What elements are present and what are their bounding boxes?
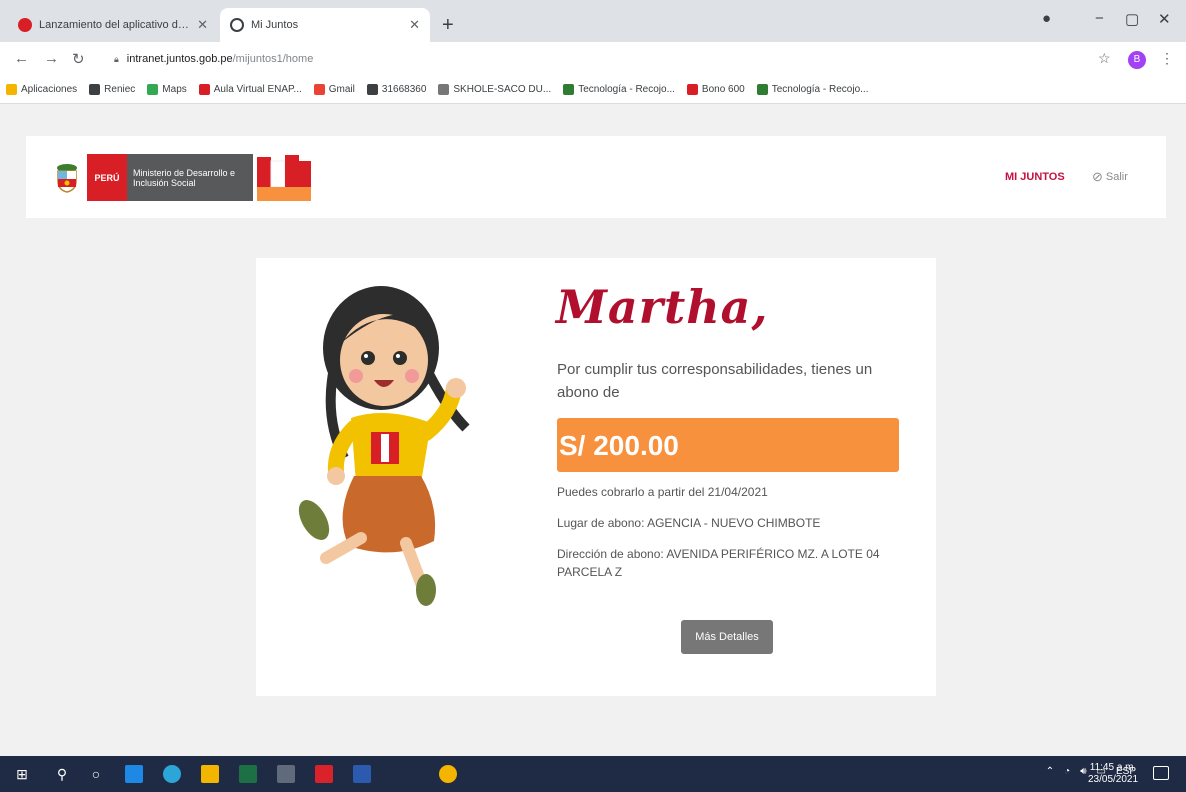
clock-time: 11:45 a.m. [1089, 762, 1137, 773]
more-details-button[interactable]: Más Detalles [681, 620, 773, 654]
peru-logo-label: PERÚ [94, 172, 120, 183]
bookmark-item[interactable]: 31668360 [366, 84, 427, 95]
bookmark-label: Reniec [104, 84, 136, 95]
bookmark-label: Aplicaciones [21, 84, 78, 95]
tab-lanzamiento[interactable]: Lanzamiento del aplicativo de ... ✕ [8, 8, 218, 42]
volume-icon[interactable]: 🔊︎ [1080, 766, 1086, 777]
nav-mi-juntos-link[interactable]: MI JUNTOS [1005, 171, 1065, 183]
bookmark-item[interactable]: Reniec [89, 84, 135, 95]
acrobat-icon[interactable] [314, 764, 334, 784]
url-host: intranet.juntos.gob.pe [126, 53, 233, 65]
tech-icon [563, 84, 575, 95]
payment-location: Lugar de abono: AGENCIA - NUEVO CHIMBOTE [557, 516, 821, 530]
payment-address: Dirección de abono: AVENIDA PERIFÉRICO M… [557, 547, 880, 579]
greeting-name: Martha, [556, 280, 769, 334]
minimize-icon[interactable]: − [1095, 10, 1104, 27]
clock[interactable]: 11:45 a.m. 23/05/2021 [1088, 762, 1138, 786]
bookmark-item[interactable]: Aplicaciones [6, 84, 77, 95]
url-path: /mijuntos1/home [232, 53, 314, 65]
bookmark-label: Gmail [328, 84, 355, 95]
bookmark-item[interactable]: Maps [147, 84, 187, 95]
maximize-icon[interactable]: ▢ [1125, 10, 1139, 28]
forward-arrow-icon[interactable]: → [44, 50, 59, 67]
bookmark-item[interactable]: Bono 600 [686, 84, 745, 95]
clock-date: 23/05/2021 [1088, 774, 1139, 785]
excel-icon[interactable] [238, 764, 258, 784]
browser-tab-strip: Lanzamiento del aplicativo de ... ✕ Mi J… [0, 0, 1186, 42]
midis-logo: Ministerio de Desarrollo e Inclusión Soc… [127, 154, 253, 201]
logout-label: Salir [1105, 171, 1128, 183]
menu-kebab-icon[interactable]: ⋮ [1160, 50, 1174, 67]
peru-logo: PERÚ [87, 154, 127, 201]
bookmark-item[interactable]: Gmail [313, 84, 355, 95]
peru-icon [686, 84, 698, 95]
globe-icon [89, 84, 101, 95]
payment-amount: S/ 200.00 [557, 418, 899, 472]
windows-taskbar: ⊞ ⚲ ○ ⌃ ◔ 🔊︎ ▭ ESP 11:45 a.m. 23/05/2021 [0, 756, 1186, 792]
gmail-icon [313, 84, 325, 95]
globe-icon [366, 84, 378, 95]
logout-link[interactable]: ⊘ Salir [1092, 169, 1128, 185]
peru-favicon-icon [18, 18, 32, 32]
bookmark-item[interactable]: SKHOLE-SACO DU... [438, 84, 551, 95]
bookmark-label: Tecnología - Recojo... [578, 84, 675, 95]
bookmark-label: Tecnología - Recojo... [771, 84, 869, 95]
juntos-girl-illustration [298, 286, 470, 606]
close-window-icon[interactable]: ✕ [1158, 10, 1171, 28]
maps-pin-icon [147, 84, 159, 95]
tray-chevron-icon[interactable]: ⌃ [1046, 766, 1054, 777]
coat-of-arms-icon [57, 164, 77, 193]
bookmark-star-icon[interactable]: ☆ [1098, 50, 1111, 67]
bookmark-label: Aula Virtual ENAP... [213, 84, 302, 95]
apps-grid-icon [6, 84, 17, 95]
back-arrow-icon[interactable]: ← [14, 50, 29, 67]
cortana-icon[interactable]: ○ [86, 764, 106, 784]
logout-icon: ⊘ [1092, 169, 1103, 184]
globe-favicon-icon [230, 18, 244, 32]
collect-date: Puedes cobrarlo a partir del 21/04/2021 [557, 485, 768, 499]
browser-toolbar: ← → ↻ 🔒︎ intranet.juntos.gob.pe/mijuntos… [0, 42, 1186, 76]
notifications-icon[interactable] [1153, 766, 1169, 780]
bookmark-label: 31668360 [381, 84, 427, 95]
site-header: PERÚ Ministerio de Desarrollo e Inclusió… [26, 136, 1166, 218]
bookmarks-bar: Aplicaciones Reniec Maps Aula Virtual ENAP.… [0, 76, 1186, 104]
chrome-icon[interactable] [438, 764, 458, 784]
lock-icon: 🔒︎ [114, 53, 119, 64]
folder-icon[interactable] [200, 764, 220, 784]
close-tab-icon[interactable]: ✕ [409, 17, 420, 33]
bookmark-item[interactable]: Aula Virtual ENAP... [198, 84, 302, 95]
reload-icon[interactable]: ↻ [72, 50, 85, 68]
bookmark-item[interactable]: Tecnología - Recojo... [756, 84, 869, 95]
skhole-icon [438, 84, 450, 95]
network-icon[interactable]: ◔ [1064, 766, 1070, 777]
close-tab-icon[interactable]: ✕ [197, 17, 208, 33]
payment-card: Martha, Por cumplir tus corresponsabilid… [256, 258, 936, 696]
bookmark-item[interactable]: Tecnología - Recojo... [563, 84, 675, 95]
word-icon[interactable] [352, 764, 372, 784]
bookmark-label: Bono 600 [701, 84, 745, 95]
address-bar[interactable]: 🔒︎ intranet.juntos.gob.pe/mijuntos1/home [106, 47, 1166, 71]
new-tab-plus-icon[interactable]: + [442, 14, 454, 37]
search-icon[interactable]: ⚲ [52, 764, 72, 784]
tab-title: Lanzamiento del aplicativo de ... [39, 19, 192, 31]
tab-mi-juntos[interactable]: Mi Juntos ✕ [220, 8, 430, 42]
windows-start-icon[interactable]: ⊞ [12, 764, 32, 784]
juntos-logo-icon [257, 155, 311, 201]
outlook-icon[interactable] [276, 764, 296, 784]
page-content: PERÚ Ministerio de Desarrollo e Inclusió… [0, 104, 1186, 756]
tab-title: Mi Juntos [251, 19, 299, 31]
enap-icon [198, 84, 210, 95]
profile-avatar[interactable]: B [1128, 51, 1146, 69]
midis-logo-label: Ministerio de Desarrollo e Inclusión Soc… [133, 168, 236, 188]
bookmark-label: Maps [162, 84, 187, 95]
edge-icon[interactable] [162, 764, 182, 784]
bookmark-label: SKHOLE-SACO DU... [453, 84, 552, 95]
chrome-extension-icon[interactable]: ● [1042, 10, 1051, 27]
tech-icon [756, 84, 768, 95]
payment-message: Por cumplir tus corresponsabilidades, ti… [557, 361, 873, 401]
file-explorer-icon[interactable] [124, 764, 144, 784]
